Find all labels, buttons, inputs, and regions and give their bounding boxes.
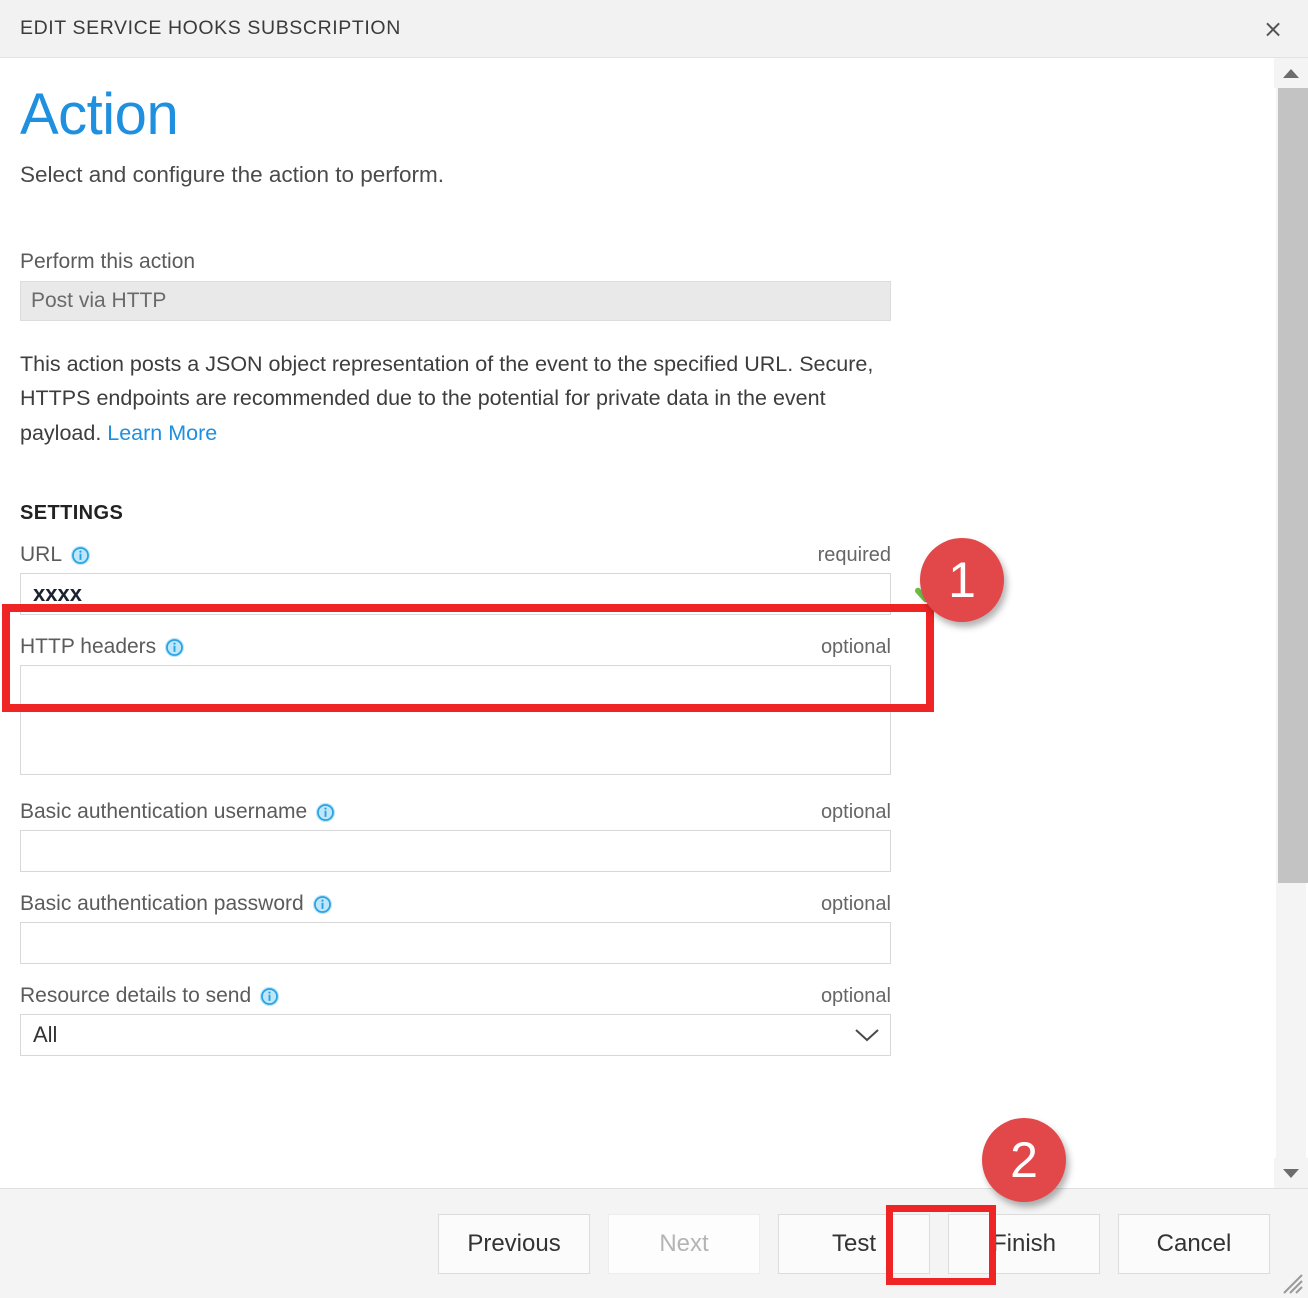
http-headers-field-block: HTTP headers optional: [20, 635, 1273, 780]
http-headers-label-row: HTTP headers optional: [20, 635, 891, 659]
http-headers-label-wrap: HTTP headers: [20, 635, 185, 659]
scrollbar-track[interactable]: [1276, 88, 1306, 1158]
info-icon[interactable]: [315, 802, 336, 823]
basic-auth-username-input[interactable]: [20, 830, 891, 872]
next-button: Next: [608, 1214, 760, 1274]
url-label-wrap: URL: [20, 543, 91, 567]
test-button[interactable]: Test: [778, 1214, 930, 1274]
previous-button[interactable]: Previous: [438, 1214, 590, 1274]
page-title: Action: [20, 86, 1273, 144]
basic-auth-username-requirement: optional: [821, 801, 891, 824]
basic-auth-password-label-row: Basic authentication password optional: [20, 892, 891, 916]
action-description: This action posts a JSON object represen…: [20, 347, 900, 450]
resource-details-label: Resource details to send: [20, 984, 251, 1008]
perform-action-label: Perform this action: [20, 250, 1273, 274]
dialog-body: Action Select and configure the action t…: [0, 58, 1308, 1188]
learn-more-link[interactable]: Learn More: [107, 421, 217, 445]
scrollbar-thumb[interactable]: [1278, 88, 1308, 883]
basic-auth-username-label-wrap: Basic authentication username: [20, 800, 336, 824]
resource-details-label-row: Resource details to send optional: [20, 984, 891, 1008]
scroll-content: Action Select and configure the action t…: [0, 58, 1273, 1188]
resource-details-requirement: optional: [821, 985, 891, 1008]
http-headers-textarea[interactable]: [20, 665, 891, 775]
cancel-button[interactable]: Cancel: [1118, 1214, 1270, 1274]
settings-heading: SETTINGS: [20, 502, 1273, 525]
info-icon[interactable]: [164, 637, 185, 658]
basic-auth-username-label-row: Basic authentication username optional: [20, 800, 891, 824]
resource-details-select[interactable]: All: [20, 1014, 891, 1056]
perform-action-field[interactable]: Post via HTTP: [20, 281, 891, 321]
scroll-up-arrow-icon[interactable]: [1274, 58, 1308, 88]
url-requirement: required: [818, 544, 891, 567]
url-label-row: URL required: [20, 543, 891, 567]
dialog-title: EDIT SERVICE HOOKS SUBSCRIPTION: [20, 17, 401, 40]
resource-details-label-wrap: Resource details to send: [20, 984, 280, 1008]
info-icon[interactable]: [70, 545, 91, 566]
info-icon[interactable]: [312, 894, 333, 915]
resource-details-value: All: [33, 1022, 57, 1048]
vertical-scrollbar[interactable]: [1273, 58, 1308, 1188]
url-input[interactable]: [20, 573, 891, 615]
url-input-row: [20, 573, 1273, 615]
basic-auth-username-field-block: Basic authentication username optional: [20, 800, 1273, 872]
info-icon[interactable]: [259, 986, 280, 1007]
resource-details-field-block: Resource details to send optional All: [20, 984, 1273, 1056]
basic-auth-password-requirement: optional: [821, 893, 891, 916]
basic-auth-password-input[interactable]: [20, 922, 891, 964]
annotation-badge-2: 2: [982, 1118, 1066, 1202]
basic-auth-password-field-block: Basic authentication password optional: [20, 892, 1273, 964]
url-label: URL: [20, 543, 62, 567]
basic-auth-username-label: Basic authentication username: [20, 800, 307, 824]
close-icon[interactable]: ×: [1256, 12, 1290, 46]
http-headers-label: HTTP headers: [20, 635, 156, 659]
edit-service-hooks-subscription-dialog: EDIT SERVICE HOOKS SUBSCRIPTION × Action…: [0, 0, 1308, 1298]
page-subtitle: Select and configure the action to perfo…: [20, 162, 1273, 188]
scroll-down-arrow-icon[interactable]: [1274, 1158, 1308, 1188]
http-headers-requirement: optional: [821, 636, 891, 659]
annotation-badge-1: 1: [920, 538, 1004, 622]
resize-grip-icon[interactable]: [1278, 1269, 1304, 1295]
finish-button[interactable]: Finish: [948, 1214, 1100, 1274]
dialog-footer: Previous Next Test Finish Cancel: [0, 1188, 1308, 1298]
basic-auth-password-label-wrap: Basic authentication password: [20, 892, 333, 916]
chevron-down-icon: [854, 1027, 880, 1043]
url-field-block: URL required: [20, 543, 1273, 615]
basic-auth-password-label: Basic authentication password: [20, 892, 304, 916]
dialog-titlebar: EDIT SERVICE HOOKS SUBSCRIPTION ×: [0, 0, 1308, 58]
